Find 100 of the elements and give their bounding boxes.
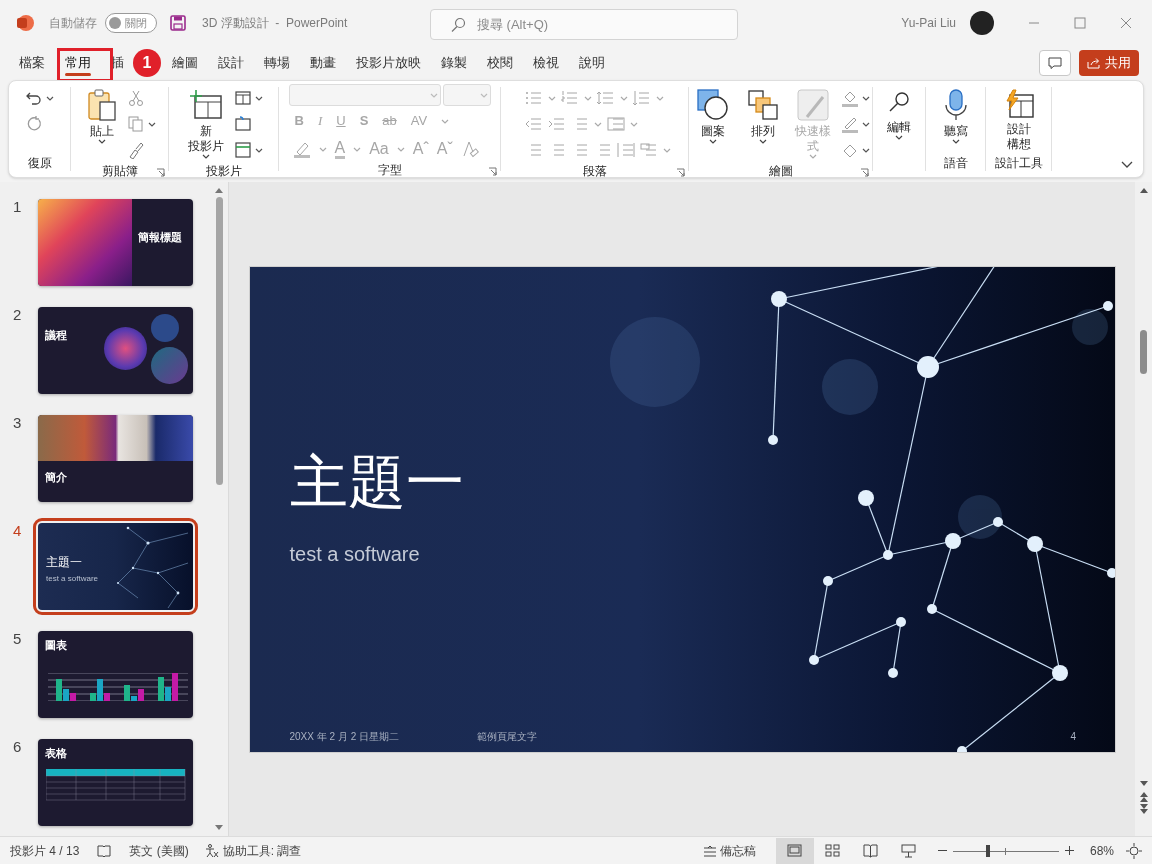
zoom-slider[interactable] [952, 843, 1059, 858]
reset-icon[interactable] [234, 115, 252, 133]
thumbnail-title: 簡報標題 [138, 230, 182, 245]
zoom-level[interactable]: 68% [1089, 841, 1114, 860]
caret-icon[interactable] [202, 154, 210, 159]
thumbnail-title: 表格 [45, 746, 67, 761]
ribbon-tab[interactable]: 檔案 [11, 50, 53, 76]
scissors-icon[interactable] [127, 89, 145, 107]
autosave-toggle[interactable]: 關閉 [105, 13, 157, 33]
user-name: Yu-Pai Liu [901, 15, 956, 32]
thumbnail-title: 圖表 [45, 638, 67, 653]
ribbon-tab[interactable]: 說明 [571, 50, 613, 76]
window-title: 3D 浮動設計 - PowerPoint [202, 15, 348, 32]
search-field[interactable]: 搜尋 (Alt+Q) [430, 9, 738, 40]
autosave-label: 自動儲存 [49, 15, 97, 32]
shapes-icon [697, 89, 729, 121]
slide-number: 4 [1070, 729, 1077, 744]
accessibility-icon [204, 843, 219, 858]
next-slide-icon[interactable] [1139, 804, 1148, 814]
dictate-button[interactable]: 聽寫 [939, 83, 972, 155]
zoom-in-icon[interactable] [1064, 846, 1074, 855]
designer-button[interactable]: 設計構想 [998, 83, 1039, 155]
scroll-down-icon[interactable] [215, 825, 223, 830]
fit-slide-icon[interactable] [1126, 842, 1142, 859]
ribbon-tab[interactable]: 錄製 [433, 50, 475, 76]
caret-icon[interactable] [148, 121, 156, 127]
collapse-ribbon-icon[interactable] [1121, 161, 1133, 169]
caret-icon[interactable] [895, 135, 903, 140]
slide-footer-text: 範例頁尾文字 [476, 729, 537, 744]
ribbon-tab[interactable]: 校閱 [479, 50, 521, 76]
editing-button[interactable]: 編輯 [881, 83, 917, 155]
app-logo-icon[interactable] [16, 14, 34, 32]
caret-icon[interactable] [709, 139, 717, 144]
caret-icon[interactable] [951, 139, 960, 144]
slide-number: 6 [12, 739, 23, 754]
group-label: 語音 [943, 155, 968, 172]
redo-icon[interactable] [25, 115, 43, 133]
ribbon-tab[interactable]: 檢視 [525, 50, 567, 76]
group-label: 投影片 [205, 163, 242, 180]
thumbnail-title: 簡介 [45, 470, 67, 485]
comments-button[interactable] [1039, 50, 1071, 76]
show-view-icon [901, 843, 917, 858]
group-label: 設計工具 [994, 155, 1043, 172]
dialog-launcher-icon[interactable] [156, 168, 165, 177]
layout-icon[interactable] [234, 89, 252, 107]
group-label: 復原 [27, 155, 52, 172]
ribbon-tab[interactable]: 投影片放映 [348, 50, 429, 76]
photo-placeholder [151, 347, 188, 384]
scroll-up-icon[interactable] [215, 188, 223, 193]
ribbon-tab[interactable]: 設計 [210, 50, 252, 76]
notes-button[interactable]: 備忘稿 [702, 841, 756, 860]
ribbon-tab[interactable]: 繪圖 [164, 50, 206, 76]
previous-slide-icon[interactable] [1139, 792, 1148, 802]
scroll-up-icon[interactable] [1139, 188, 1148, 193]
caret-icon[interactable] [862, 95, 870, 101]
slide-thumbnail[interactable]: 圖表 [38, 631, 193, 718]
normal-view-button[interactable] [775, 837, 814, 864]
thumbnail-title: 議程 [45, 328, 67, 343]
microphone-icon [943, 89, 968, 121]
section-icon[interactable] [234, 141, 252, 159]
group-label: 剪貼簿 [101, 163, 138, 180]
caret-icon[interactable] [862, 147, 870, 153]
ribbon-tab[interactable]: 插 [103, 50, 132, 76]
slide-counter: 投影片 4 / 13 [10, 842, 80, 860]
ribbon-tab[interactable]: 動畫 [302, 50, 344, 76]
format-painter-icon[interactable] [127, 141, 145, 159]
slide-subtitle: test a software [289, 541, 420, 567]
slide-footer-date: 20XX 年 2 月 2 日星期二 [289, 729, 399, 744]
paste-button[interactable]: 貼上 [83, 83, 121, 163]
slide-thumbnail[interactable]: 簡介 [38, 415, 193, 502]
language-button[interactable]: 英文 (美國) [129, 841, 189, 860]
slide-thumbnail[interactable]: 簡報標題 [38, 199, 193, 286]
group-label: 繪圖 [768, 163, 793, 180]
sorter-view-icon [825, 843, 841, 858]
arrange-button[interactable]: 排列 [741, 83, 785, 163]
new-slide-button[interactable]: 新 投影片 [184, 83, 228, 163]
slide-thumbnail[interactable]: 議程 [38, 307, 193, 394]
scroll-down-icon[interactable] [1139, 781, 1148, 786]
caret-icon[interactable] [862, 121, 870, 127]
slide-thumbnail[interactable]: 表格 [38, 739, 193, 826]
thumbnail-title: 主題一 [46, 554, 82, 571]
caret-icon[interactable] [759, 139, 767, 144]
ribbon-tab[interactable]: 轉場 [256, 50, 298, 76]
share-button[interactable]: 共用 [1079, 50, 1139, 76]
clipboard-icon [87, 89, 117, 121]
ribbon-tab[interactable]: 常用 [57, 50, 99, 76]
caret-icon[interactable] [46, 95, 54, 101]
caret-icon[interactable] [255, 147, 263, 153]
caret-icon[interactable] [255, 95, 263, 101]
accessibility-button[interactable]: 協助工具: 調查 [204, 841, 302, 860]
comment-icon [1048, 57, 1062, 69]
caret-icon[interactable] [98, 139, 106, 144]
user-avatar[interactable] [970, 11, 994, 35]
save-icon[interactable] [170, 15, 186, 31]
scrollbar-thumb[interactable] [1140, 330, 1147, 374]
scrollbar-thumb[interactable] [215, 197, 223, 485]
new-slide-icon [189, 89, 223, 121]
shapes-button[interactable]: 圖案 [691, 83, 735, 163]
slide-number: 4 [12, 523, 23, 538]
dialog-launcher-icon[interactable] [860, 168, 869, 177]
